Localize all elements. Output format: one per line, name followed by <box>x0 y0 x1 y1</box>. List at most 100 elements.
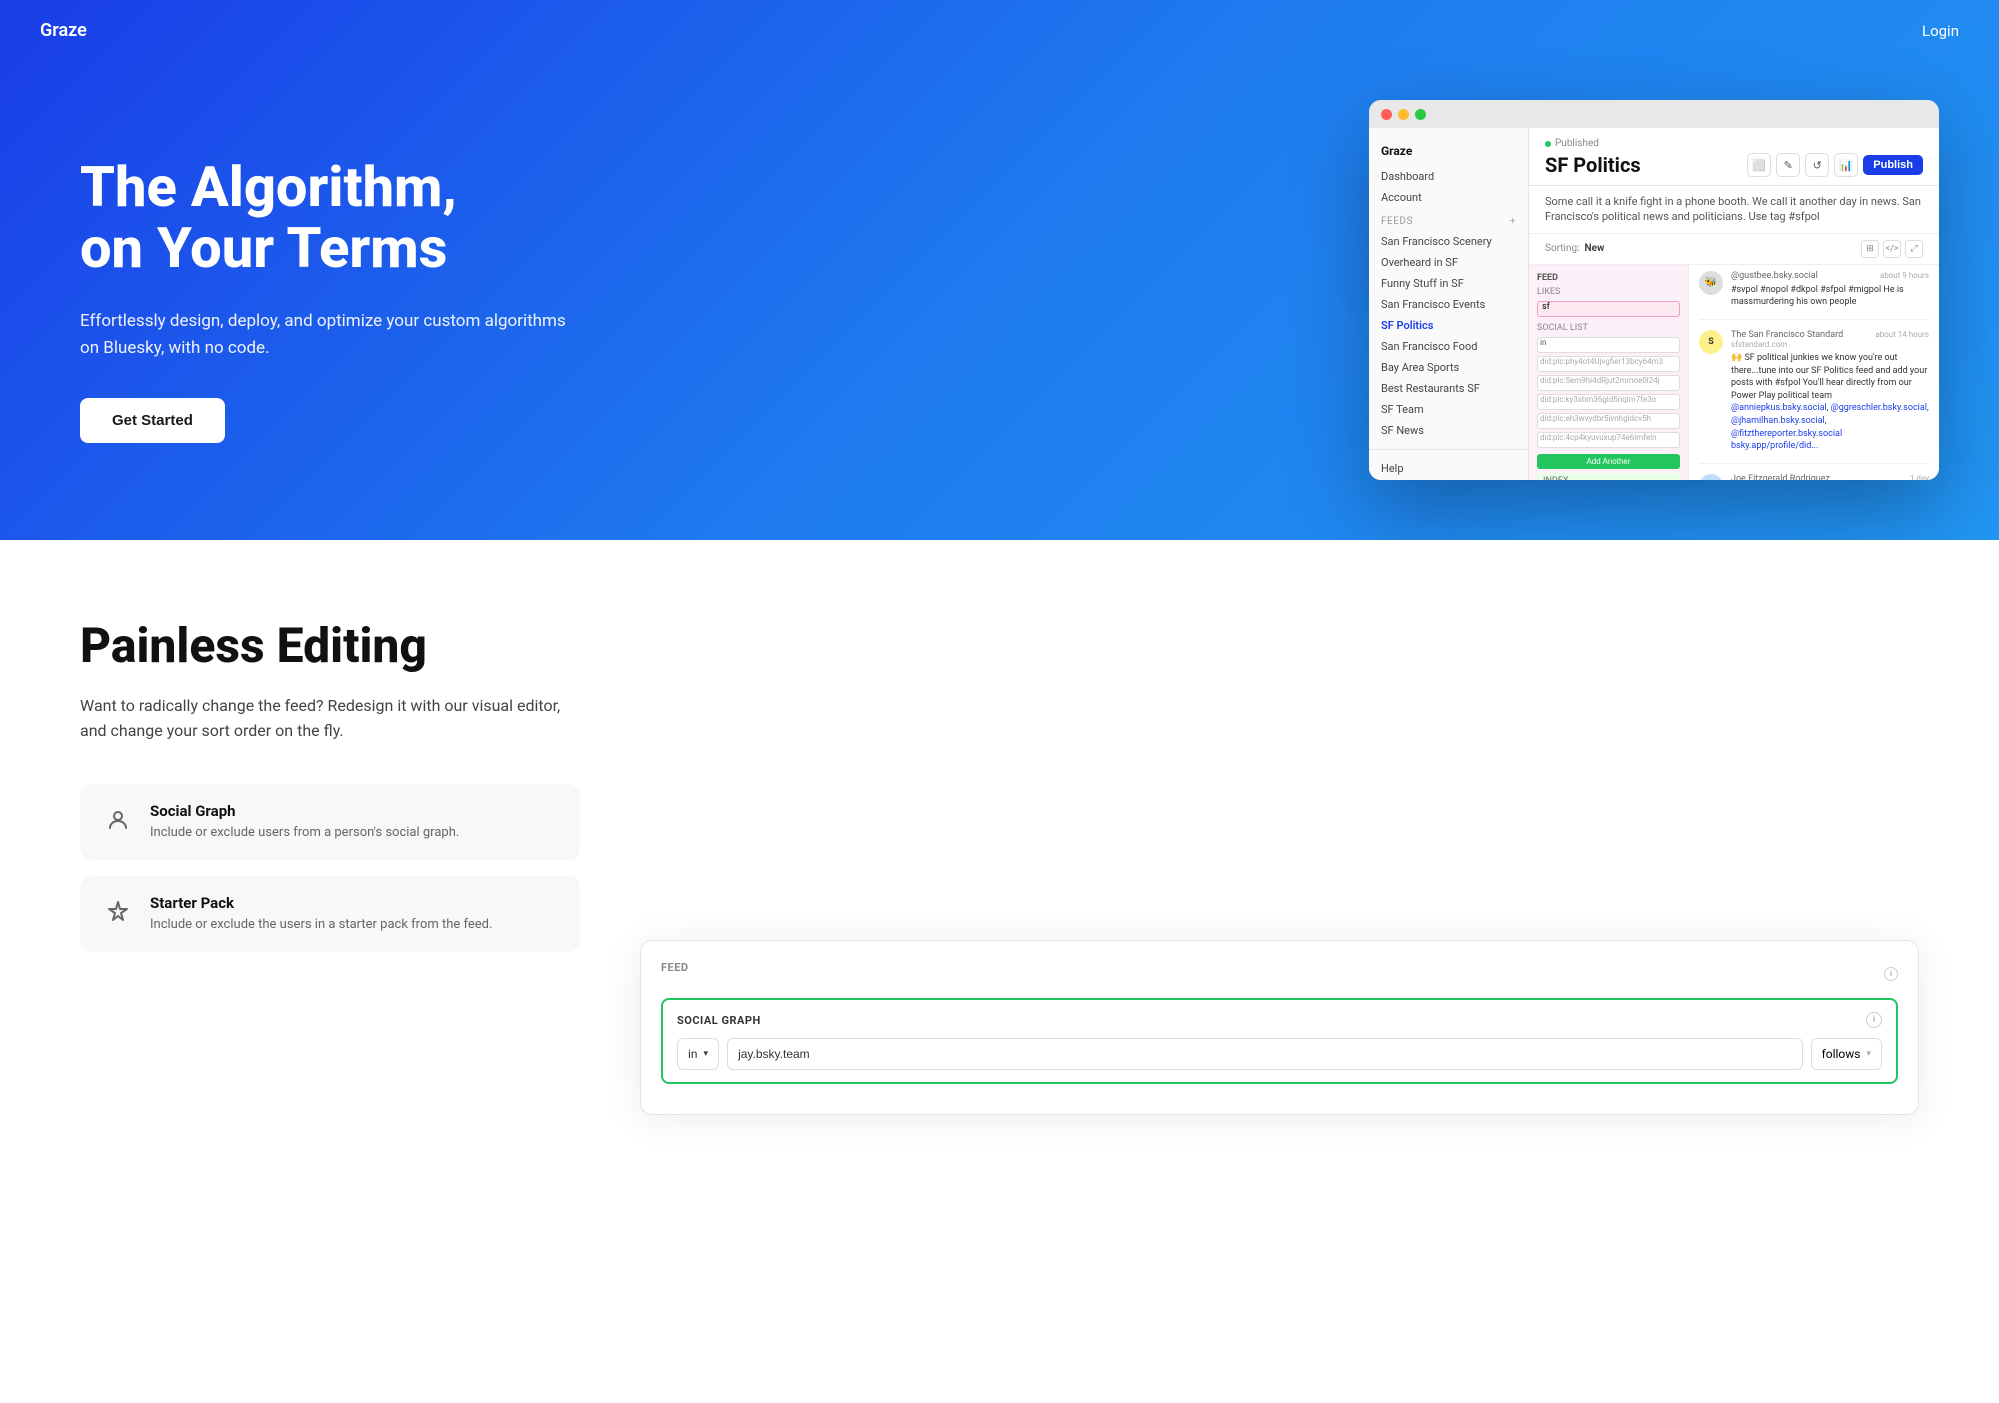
code-view-icon[interactable]: </> <box>1883 240 1901 258</box>
post-time-2: about 14 hours <box>1875 330 1929 349</box>
in-select[interactable]: in ▾ <box>677 1038 719 1070</box>
login-link[interactable]: Login <box>1922 22 1959 40</box>
sidebar-item-dashboard[interactable]: Dashboard <box>1369 166 1528 187</box>
post-author-2: The San Francisco Standard <box>1731 330 1843 340</box>
sidebar-item-sf-food[interactable]: San Francisco Food <box>1369 336 1528 357</box>
starter-pack-feature-card: Starter Pack Include or exclude the user… <box>80 876 580 952</box>
section2-title: Painless Editing <box>80 620 580 673</box>
window-body: Graze Dashboard Account Feeds + San Fran… <box>1369 128 1939 480</box>
feed-title: SF Politics <box>1545 153 1641 177</box>
follows-chevron-icon: ▾ <box>1866 1049 1871 1059</box>
follows-select[interactable]: follows ▾ <box>1811 1038 1882 1070</box>
sidebar-item-sf-scenery[interactable]: San Francisco Scenery <box>1369 231 1528 252</box>
sidebar-item-sf-events[interactable]: San Francisco Events <box>1369 294 1528 315</box>
starter-pack-icon <box>100 894 136 930</box>
posts-panel: 🐝 @gustbee.bsky.social about 9 hours #sv… <box>1689 265 1939 480</box>
section2-blank <box>640 620 1919 900</box>
post-content-2: The San Francisco Standard sfstandard.co… <box>1731 330 1929 453</box>
in-chevron-icon: ▾ <box>704 1049 709 1059</box>
app-sidebar: Graze Dashboard Account Feeds + San Fran… <box>1369 128 1529 480</box>
history-button[interactable]: ↺ <box>1805 153 1829 177</box>
feed-editor-preview: FEED i SOCIAL GRAPH i in ▾ <box>640 940 1919 1115</box>
post-author-3: Joe Fitzgerald Rodriguez <box>1731 474 1830 480</box>
feed-editor-header: FEED i <box>661 961 1898 986</box>
user-input[interactable] <box>727 1038 1802 1070</box>
feed-panel: FEED LIKES sf SOCIAL LIST in did:plc:phy… <box>1529 265 1689 480</box>
starter-pack-desc: Include or exclude the users in a starte… <box>150 916 492 934</box>
post-handle-2: sfstandard.com <box>1731 340 1843 349</box>
feed-title-row: SF Politics ⬜ ✎ ↺ 📊 Publish <box>1545 153 1923 177</box>
sorting-bar: Sorting: New ⊞ </> ⤢ <box>1529 234 1939 265</box>
hero-right: Graze Dashboard Account Feeds + San Fran… <box>620 80 1939 480</box>
minimize-dot <box>1398 109 1409 120</box>
post-link-3[interactable]: @jhamilhan.bsky.social <box>1731 416 1825 426</box>
publish-button[interactable]: Publish <box>1863 155 1923 175</box>
post-author-1: @gustbee.bsky.social <box>1731 271 1818 281</box>
social-list-item-1: did:plc:phy4ot4Ujvgfier13bcy64m3 <box>1537 356 1680 372</box>
feed-info-icon[interactable]: i <box>1884 967 1898 981</box>
sidebar-item-sf-team[interactable]: SF Team <box>1369 399 1528 420</box>
sidebar-brand: Graze <box>1369 140 1528 166</box>
post-time-1: about 9 hours <box>1880 271 1929 281</box>
starter-pack-feature-text: Starter Pack Include or exclude the user… <box>150 894 492 934</box>
get-started-button[interactable]: Get Started <box>80 398 225 443</box>
feed-actions: ⬜ ✎ ↺ 📊 Publish <box>1747 153 1923 177</box>
social-graph-feature-card: Social Graph Include or exclude users fr… <box>80 784 580 860</box>
sidebar-item-best-restaurants[interactable]: Best Restaurants SF <box>1369 378 1528 399</box>
social-list-item-3: did:plc:ky3xbm36gld5nqlm7fe3o <box>1537 394 1680 410</box>
add-feed-icon[interactable]: + <box>1510 216 1516 227</box>
social-graph-info-icon[interactable]: i <box>1866 1012 1882 1028</box>
view-toggle: ⊞ </> ⤢ <box>1861 240 1923 258</box>
add-another-button[interactable]: Add Another <box>1537 454 1680 469</box>
edit-button[interactable]: ✎ <box>1776 153 1800 177</box>
sidebar-item-funny[interactable]: Funny Stuff in SF <box>1369 273 1528 294</box>
hero-nav: Graze Login <box>0 0 1999 61</box>
expand-icon[interactable]: ⤢ <box>1905 240 1923 258</box>
sidebar-help: Help Algorithm Documentation Donate <box>1369 449 1528 480</box>
sidebar-item-bay-sports[interactable]: Bay Area Sports <box>1369 357 1528 378</box>
post-avatar-1: 🐝 <box>1699 271 1723 295</box>
sidebar-item-help[interactable]: Help <box>1369 458 1528 479</box>
social-graph-editor-row: in ▾ follows ▾ <box>677 1038 1882 1070</box>
sidebar-item-sf-news[interactable]: SF News <box>1369 420 1528 441</box>
share-button[interactable]: ⬜ <box>1747 153 1771 177</box>
site-logo: Graze <box>40 20 87 41</box>
stats-button[interactable]: 📊 <box>1834 153 1858 177</box>
social-list-item-2: did:plc:5em9hi4dRjut2mmoe0l24j <box>1537 375 1680 391</box>
published-dot <box>1545 141 1551 147</box>
section2-right: FEED i SOCIAL GRAPH i in ▾ <box>640 620 1919 1115</box>
post-time-3: 1 day <box>1910 474 1929 480</box>
post-link-4[interactable]: @fitzthereporter.bsky.social <box>1731 429 1842 439</box>
hero-title: The Algorithm, on Your Terms <box>80 157 580 280</box>
social-graph-editor-header: SOCIAL GRAPH i <box>677 1012 1882 1028</box>
social-graph-title: Social Graph <box>150 802 459 820</box>
post-avatar-3: J <box>1699 474 1723 480</box>
feed-description: Some call it a knife fight in a phone bo… <box>1529 186 1939 234</box>
likes-input[interactable]: sf <box>1537 301 1680 317</box>
app-main-header: Published SF Politics ⬜ ✎ ↺ 📊 Publish <box>1529 128 1939 186</box>
post-item-1: 🐝 @gustbee.bsky.social about 9 hours #sv… <box>1699 271 1929 320</box>
hero-subtitle: Effortlessly design, deploy, and optimiz… <box>80 308 580 362</box>
social-list-select-1[interactable]: in <box>1537 337 1680 353</box>
social-graph-editor-box: SOCIAL GRAPH i in ▾ follows ▾ <box>661 998 1898 1084</box>
app-window-mockup: Graze Dashboard Account Feeds + San Fran… <box>1369 100 1939 480</box>
post-text-2: 🙌 SF political junkies we know you're ou… <box>1731 352 1929 453</box>
social-list-item-5: did:plc:4cp4kyuvuxup74e6lmfeln <box>1537 432 1680 448</box>
post-item-2: S The San Francisco Standard sfstandard.… <box>1699 330 1929 464</box>
post-link-5[interactable]: bsky.app/profile/did... <box>1731 441 1818 451</box>
post-link-1[interactable]: @anniepkus.bsky.social <box>1731 403 1827 413</box>
social-graph-icon <box>100 802 136 838</box>
grid-view-icon[interactable]: ⊞ <box>1861 240 1879 258</box>
starter-pack-title: Starter Pack <box>150 894 492 912</box>
sidebar-item-algo-doc[interactable]: Algorithm Documentation <box>1369 479 1528 480</box>
post-item-3: J Joe Fitzgerald Rodriguez @fitztherepor… <box>1699 474 1929 480</box>
post-avatar-2: S <box>1699 330 1723 354</box>
post-link-2[interactable]: @ggreschler.bsky.social <box>1831 403 1927 413</box>
post-text-1: #svpol #nopol #dkpol #sfpol #migpol He i… <box>1731 284 1929 309</box>
sidebar-item-sf-politics[interactable]: SF Politics <box>1369 315 1528 336</box>
app-main: Published SF Politics ⬜ ✎ ↺ 📊 Publish <box>1529 128 1939 480</box>
post-content-3: Joe Fitzgerald Rodriguez @fitzthereporte… <box>1731 474 1929 480</box>
post-content-1: @gustbee.bsky.social about 9 hours #svpo… <box>1731 271 1929 309</box>
sidebar-item-account[interactable]: Account <box>1369 187 1528 208</box>
sidebar-item-overheard[interactable]: Overheard in SF <box>1369 252 1528 273</box>
